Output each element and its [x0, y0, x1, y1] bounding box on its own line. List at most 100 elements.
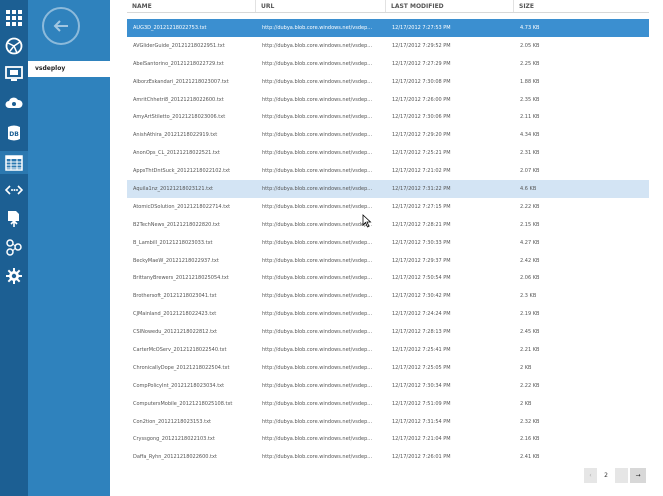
blob-list-area: NAME URL LAST MODIFIED SIZE AUG3D_201212…	[110, 0, 663, 496]
column-header-last-modified[interactable]: LAST MODIFIED	[386, 0, 514, 12]
blob-url-cell: http://dubya.blob.core.windows.net/vsdep…	[262, 114, 373, 121]
blob-modified-cell: 12/17/2012 7:27:53 PM	[392, 24, 451, 31]
blob-name-cell: CJMainland_20121218022423.txt	[133, 311, 217, 318]
table-row[interactable]: AlborzEskandari_20121218023007.txt http:/…	[127, 73, 649, 91]
column-header-url[interactable]: URL	[256, 0, 386, 12]
blob-modified-cell: 12/17/2012 7:30:42 PM	[392, 293, 451, 300]
table-row[interactable]: ComputersMobile_20121218025108.txt http:/…	[127, 395, 649, 413]
column-header-name[interactable]: NAME	[127, 0, 256, 12]
blob-name-cell: AtomicDSolution_20121218022714.txt	[133, 203, 231, 210]
blob-name-cell: Daffa_Ryhn_20121218022600.txt	[133, 454, 217, 461]
blob-size-cell: 2.25 KB	[520, 60, 540, 67]
blob-modified-cell: 12/17/2012 7:30:34 PM	[392, 382, 451, 389]
table-row[interactable]: AVGliderGuide_20121218022951.txt http://d…	[127, 37, 649, 55]
blob-modified-cell: 12/17/2012 7:21:04 PM	[392, 436, 451, 443]
blob-size-cell: 2.16 KB	[520, 436, 540, 443]
blob-modified-cell: 12/17/2012 7:21:02 PM	[392, 168, 451, 175]
table-row[interactable]: AmyArtStiletto_20121218023006.txt http://…	[127, 108, 649, 126]
table-row[interactable]: Brothersoft_20121218023041.txt http://dub…	[127, 287, 649, 305]
blob-url-cell: http://dubya.blob.core.windows.net/vsdep…	[262, 293, 373, 300]
back-button[interactable]	[42, 7, 80, 45]
blob-modified-cell: 12/17/2012 7:25:41 PM	[392, 346, 451, 353]
table-row[interactable]: AbelSantorino_20121218022729.txt http://d…	[127, 55, 649, 73]
table-row[interactable]: CSINowedu_20121218022812.txt http://dubya…	[127, 323, 649, 341]
blob-size-cell: 2.07 KB	[520, 168, 540, 175]
blob-url-cell: http://dubya.blob.core.windows.net/vsdep…	[262, 364, 373, 371]
blob-url-cell: http://dubya.blob.core.windows.net/vsdep…	[262, 168, 373, 175]
table-row[interactable]: BeckyMaeW_20121218022937.txt http://dubya…	[127, 252, 649, 270]
blob-size-cell: 4.27 KB	[520, 239, 540, 246]
blob-size-cell: 2.11 KB	[520, 114, 540, 121]
blob-url-cell: http://dubya.blob.core.windows.net/vsdep…	[262, 400, 373, 407]
blob-url-cell: http://dubya.blob.core.windows.net/vsdep…	[262, 203, 373, 210]
table-row[interactable]: Con2tion_20121218023153.txt http://dubya.…	[127, 413, 649, 431]
networks-nodes-icon[interactable]	[4, 237, 24, 257]
table-row[interactable]: CompPolicyInt_20121218023034.txt http://d…	[127, 377, 649, 395]
cloud-services-icon[interactable]	[4, 93, 24, 113]
blob-modified-cell: 12/17/2012 7:30:33 PM	[392, 239, 451, 246]
blob-url-cell: http://dubya.blob.core.windows.net/vsdep…	[262, 239, 373, 246]
blob-name-cell: AppsThtDntSuck_20121218022102.txt	[133, 168, 231, 175]
blob-modified-cell: 12/17/2012 7:24:24 PM	[392, 311, 451, 318]
table-row[interactable]: Cryssgong_20121218022103.txt http://dubya…	[127, 430, 649, 448]
table-row[interactable]: Aquila1nz_20121218023121.txt http://dubya…	[127, 180, 649, 198]
column-header-size[interactable]: SIZE	[514, 0, 649, 12]
blob-size-cell: 2.19 KB	[520, 311, 540, 318]
table-row[interactable]: AnishAthira_20121218022919.txt http://dub…	[127, 126, 649, 144]
blob-size-cell: 2.22 KB	[520, 382, 540, 389]
blob-url-cell: http://dubya.blob.core.windows.net/vsdep…	[262, 418, 373, 425]
table-row[interactable]: AnonOps_CL_20121218022521.txt http://duby…	[127, 144, 649, 162]
table-row[interactable]: CJMainland_20121218022423.txt http://duby…	[127, 305, 649, 323]
previous-page-button[interactable]: ‹	[584, 468, 597, 483]
blob-modified-cell: 12/17/2012 7:50:54 PM	[392, 275, 451, 282]
table-row[interactable]: Daffa_Ryhn_20121218022600.txt http://duby…	[127, 448, 649, 466]
blob-url-cell: http://dubya.blob.core.windows.net/vsdep…	[262, 60, 373, 67]
blob-name-cell: Aquila1nz_20121218023121.txt	[133, 185, 213, 192]
blob-size-cell: 4.34 KB	[520, 132, 540, 139]
table-row[interactable]: AUG3D_20121218022753.txt http://dubya.blo…	[127, 19, 649, 37]
blob-modified-cell: 12/17/2012 7:30:06 PM	[392, 114, 451, 121]
table-row[interactable]: AtomicDSolution_20121218022714.txt http:/…	[127, 198, 649, 216]
table-row[interactable]: B2TechNews_20121218022820.txt http://duby…	[127, 216, 649, 234]
container-item-vsdeploy[interactable]: vsdeploy	[28, 61, 110, 77]
nav-rail: DB	[0, 0, 28, 496]
blob-url-cell: http://dubya.blob.core.windows.net/vsdep…	[262, 257, 373, 264]
blob-size-cell: 2.15 KB	[520, 221, 540, 228]
blob-modified-cell: 12/17/2012 7:31:22 PM	[392, 185, 451, 192]
next-page-button[interactable]: →	[630, 468, 646, 483]
blob-modified-cell: 12/17/2012 7:28:13 PM	[392, 329, 451, 336]
storage-table-icon[interactable]	[0, 151, 28, 174]
table-row[interactable]: AmritChhetri8_20121218022600.txt http://d…	[127, 91, 649, 109]
page-input[interactable]	[615, 468, 628, 483]
web-sites-globe-icon[interactable]	[4, 36, 24, 56]
blob-name-cell: CompPolicyInt_20121218023034.txt	[133, 382, 225, 389]
blob-modified-cell: 12/17/2012 7:26:00 PM	[392, 96, 451, 103]
blob-url-cell: http://dubya.blob.core.windows.net/vsdep…	[262, 346, 373, 353]
blob-modified-cell: 12/17/2012 7:27:15 PM	[392, 203, 451, 210]
sql-database-icon[interactable]: DB	[4, 123, 24, 143]
table-row[interactable]: BrittanyBrewers_20121218025054.txt http:/…	[127, 269, 649, 287]
blob-url-cell: http://dubya.blob.core.windows.net/vsdep…	[262, 436, 373, 443]
service-bus-arrows-icon[interactable]	[4, 180, 24, 200]
media-upload-icon[interactable]	[4, 209, 24, 229]
blob-name-cell: AbelSantorino_20121218022729.txt	[133, 60, 224, 67]
table-row[interactable]: AppsThtDntSuck_20121218022102.txt http://…	[127, 162, 649, 180]
blob-size-cell: 2 KB	[520, 364, 532, 371]
blob-url-cell: http://dubya.blob.core.windows.net/vsdep…	[262, 96, 373, 103]
virtual-machines-monitor-icon[interactable]	[4, 64, 24, 84]
settings-gear-icon[interactable]	[4, 266, 24, 286]
blob-name-cell: AmyArtStiletto_20121218023006.txt	[133, 114, 226, 121]
blob-name-cell: AmritChhetri8_20121218022600.txt	[133, 96, 224, 103]
blob-name-cell: B_Lambill_20121218023033.txt	[133, 239, 213, 246]
table-row[interactable]: B_Lambill_20121218023033.txt http://dubya…	[127, 234, 649, 252]
mouse-cursor-icon	[362, 214, 372, 228]
blob-size-cell: 2.22 KB	[520, 203, 540, 210]
blob-name-cell: BeckyMaeW_20121218022937.txt	[133, 257, 219, 264]
blob-name-cell: BrittanyBrewers_20121218025054.txt	[133, 275, 229, 282]
blob-url-cell: http://dubya.blob.core.windows.net/vsdep…	[262, 454, 373, 461]
blob-rows: AUG3D_20121218022753.txt http://dubya.blo…	[127, 19, 649, 466]
table-row[interactable]: ChronicallyDope_20121218022504.txt http:/…	[127, 359, 649, 377]
blob-name-cell: AnonOps_CL_20121218022521.txt	[133, 150, 220, 157]
table-row[interactable]: CarterMcOServ_20121218022540.txt http://d…	[127, 341, 649, 359]
all-items-grid-icon[interactable]	[4, 8, 24, 28]
